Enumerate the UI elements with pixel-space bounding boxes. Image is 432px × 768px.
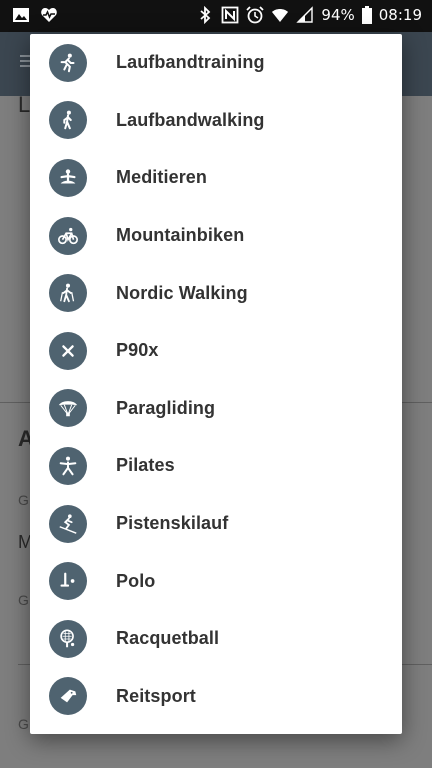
list-item-label: Laufbandwalking bbox=[116, 109, 265, 130]
nordic-walking-icon bbox=[49, 274, 87, 313]
list-item-label: Paragliding bbox=[116, 397, 216, 418]
close-x-icon bbox=[49, 331, 87, 370]
list-item[interactable]: Nordic Walking bbox=[30, 264, 402, 322]
list-item-label: Laufbandtraining bbox=[116, 52, 265, 73]
pilates-icon bbox=[49, 446, 87, 485]
nfc-icon bbox=[221, 6, 239, 24]
list-item-label: Reitsport bbox=[116, 685, 196, 706]
signal-icon bbox=[296, 6, 314, 24]
wifi-icon bbox=[271, 6, 289, 24]
paraglider-icon bbox=[49, 389, 87, 428]
list-item-label: Nordic Walking bbox=[116, 282, 248, 303]
list-item[interactable]: Racquetball bbox=[30, 610, 402, 668]
list-item[interactable]: Reitsport bbox=[30, 668, 402, 726]
heart-rate-icon bbox=[40, 6, 58, 24]
list-item[interactable]: P90x bbox=[30, 322, 402, 380]
activity-picker-dialog: Laufbandtraining Laufbandwalking Meditie… bbox=[30, 34, 402, 734]
image-icon bbox=[12, 6, 30, 24]
list-item[interactable]: Paragliding bbox=[30, 380, 402, 438]
list-item-label: Mountainbiken bbox=[116, 225, 245, 246]
running-icon bbox=[49, 43, 87, 82]
list-item[interactable]: Laufbandwalking bbox=[30, 92, 402, 150]
horse-riding-icon bbox=[49, 677, 87, 716]
list-item[interactable]: Pistenskilauf bbox=[30, 495, 402, 553]
list-item-label: P90x bbox=[116, 340, 159, 361]
battery-percentage: 94% bbox=[321, 6, 355, 24]
skiing-icon bbox=[49, 504, 87, 543]
list-item-label: Racquetball bbox=[116, 628, 220, 649]
status-bar: 94% 08:19 bbox=[0, 0, 432, 32]
background-field-label: G bbox=[18, 592, 29, 608]
bluetooth-icon bbox=[196, 5, 214, 25]
list-item-label: Pistenskilauf bbox=[116, 513, 229, 534]
battery-icon bbox=[361, 6, 372, 24]
background-field-label: G bbox=[18, 492, 29, 508]
list-item-label: Polo bbox=[116, 570, 156, 591]
alarm-icon bbox=[246, 6, 265, 24]
list-item[interactable]: Polo bbox=[30, 552, 402, 610]
meditation-icon bbox=[49, 158, 87, 197]
list-item[interactable]: Pilates bbox=[30, 437, 402, 495]
list-item[interactable]: Mountainbiken bbox=[30, 207, 402, 265]
background-heading: L bbox=[18, 92, 31, 117]
clock: 08:19 bbox=[378, 6, 422, 24]
racquet-icon bbox=[49, 619, 87, 658]
list-item-label: Pilates bbox=[116, 455, 175, 476]
list-item[interactable]: Laufbandtraining bbox=[30, 34, 402, 92]
list-item-label: Meditieren bbox=[116, 167, 208, 188]
polo-icon bbox=[49, 562, 87, 601]
bicycle-icon bbox=[49, 216, 87, 255]
list-item[interactable]: Meditieren bbox=[30, 149, 402, 207]
background-field-label: G bbox=[18, 716, 29, 732]
walking-icon bbox=[49, 101, 87, 140]
